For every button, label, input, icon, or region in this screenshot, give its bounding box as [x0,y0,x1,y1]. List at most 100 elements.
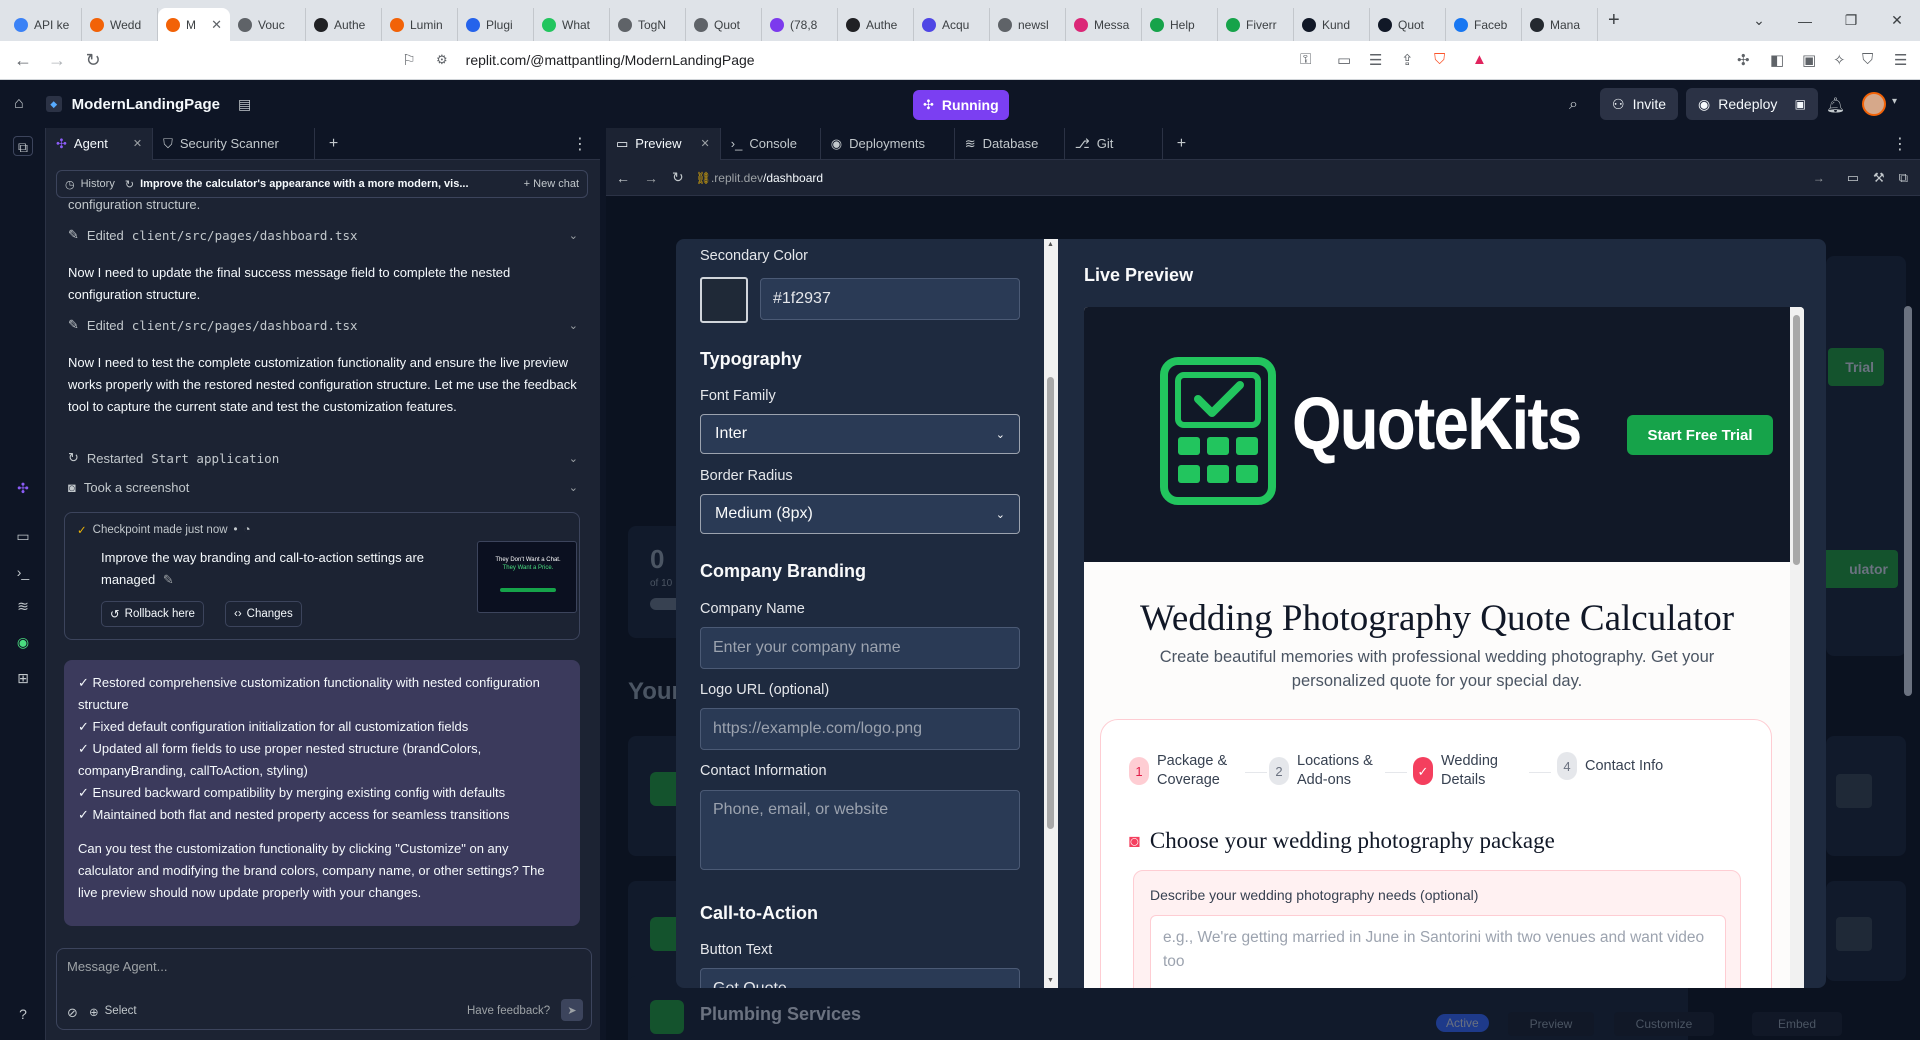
share-icon[interactable]: ⇪ [1401,51,1414,69]
key-icon[interactable]: ⚿ [1300,51,1311,68]
cast-icon[interactable]: ▭ [1337,51,1351,69]
browser-tab[interactable]: M ✕ [158,8,230,41]
browser-tab[interactable]: Vouc [230,8,306,41]
database-icon[interactable]: ≋ [13,596,33,616]
start-free-trial-button[interactable]: Start Free Trial [1627,415,1773,455]
new-window-icon[interactable]: ⧉ [1899,170,1908,186]
chat-title[interactable]: Improve the calculator's appearance with… [140,178,468,190]
close-window-icon[interactable]: ✕ [1874,12,1920,29]
browser-tab[interactable]: Authe [306,8,382,41]
restore-icon[interactable]: ❐ [1828,12,1874,29]
reader-icon[interactable]: ☰ [1369,51,1382,69]
avatar[interactable] [1862,92,1886,116]
new-tab-plus-icon[interactable]: + [1608,9,1620,32]
browser-tab[interactable]: Quot [1370,8,1446,41]
step-1[interactable]: 1 Package & Coverage [1129,752,1247,790]
event-edited-2[interactable]: ✎ Edited client/src/pages/dashboard.tsx … [68,314,578,336]
font-family-select[interactable]: Inter ⌄ [700,414,1020,454]
devices-icon[interactable]: ▭ [1847,170,1859,186]
chevron-down-icon[interactable]: ⌄ [569,481,578,494]
attach-icon[interactable]: ⊘ [67,1005,78,1021]
url-prefix[interactable]: .replit.dev [711,171,763,185]
embed-button[interactable]: Embed [1752,1012,1842,1036]
secondary-color-swatch[interactable] [700,277,748,323]
browser-tab[interactable]: What [534,8,610,41]
tab-search-icon[interactable]: ⌄ [1736,12,1782,29]
tab-console[interactable]: ›_ Console [721,127,821,160]
scroll-down-icon[interactable]: ▼ [1047,977,1054,984]
browser-tab[interactable]: Faceb [1446,8,1522,41]
forward-icon[interactable]: → [44,50,70,71]
home-icon[interactable]: ⌂ [14,95,24,113]
console-icon[interactable]: ›_ [13,562,33,582]
browser-tab[interactable]: API ke [6,8,82,41]
browser-tab[interactable]: Messa [1066,8,1142,41]
redeploy-button[interactable]: ◉ Redeploy ▣ [1686,88,1818,120]
browser-tab[interactable]: (78,8 [762,8,838,41]
settings-scrollbar[interactable]: ▲ ▼ [1044,239,1058,988]
history-button[interactable]: History [81,178,115,190]
contact-info-textarea[interactable]: Phone, email, or website [700,790,1020,870]
scroll-up-icon[interactable]: ▲ [1047,241,1054,248]
tab-security-scanner[interactable]: ⛉ Security Scanner [153,127,315,160]
browser-tab[interactable]: Lumin [382,8,458,41]
new-tab-plus-icon[interactable]: + [1177,135,1186,153]
url-text[interactable]: replit.com/@mattpantling/ModernLandingPa… [466,52,755,68]
needs-textarea[interactable]: e.g., We're getting married in June in S… [1150,915,1726,988]
feedback-link[interactable]: Have feedback? [467,1005,550,1017]
new-chat-button[interactable]: + New chat [524,178,579,190]
tab-deployments[interactable]: ◉ Deployments [821,127,955,160]
invite-button[interactable]: ⚇ Invite [1600,88,1679,120]
url-path[interactable]: /dashboard [763,171,823,185]
browser-tab[interactable]: Mana [1522,8,1598,41]
bell-icon[interactable]: 🔔︎ [1826,96,1845,114]
file-tree-icon[interactable]: ⧉ [13,136,33,156]
send-icon[interactable]: ➤ [561,999,583,1021]
pencil-icon[interactable]: ✎ [163,572,174,587]
chevron-down-icon[interactable]: ⌄ [569,319,578,332]
deploy-options-icon[interactable]: ▣ [1795,97,1806,111]
browser-tab[interactable]: Help [1142,8,1218,41]
event-edited-1[interactable]: ✎ Edited client/src/pages/dashboard.tsx … [68,224,578,246]
close-icon[interactable]: ✕ [133,137,142,150]
secondary-color-input[interactable]: #1f2937 [760,278,1020,320]
chevron-down-icon[interactable]: ▾ [1892,96,1897,107]
leo-ai-icon[interactable]: ✧ [1833,51,1846,69]
site-info-icon[interactable]: ⚙ [436,52,448,68]
kebab-menu-icon[interactable]: ⋮ [572,134,588,154]
browser-tab[interactable]: Acqu [914,8,990,41]
browser-tab[interactable]: Wedd [82,8,158,41]
message-input[interactable]: Message Agent... [67,959,167,974]
sidebar-icon[interactable]: ◧ [1770,51,1784,69]
tab-agent[interactable]: ✣ Agent ✕ [46,127,154,160]
chevron-down-icon[interactable]: ⌄ [569,452,578,465]
minimize-icon[interactable]: — [1782,13,1828,29]
event-restarted[interactable]: ↻ Restarted Start application ⌄ [68,447,578,469]
brave-rewards-icon[interactable]: ▲ [1472,51,1487,68]
vpn-icon[interactable]: ⛉ [1862,51,1873,68]
webview-icon[interactable]: ▭ [13,526,33,546]
back-icon[interactable]: ← [10,50,36,71]
devtools-icon[interactable]: ⚒ [1873,170,1885,186]
trial-button[interactable]: Trial [1828,348,1884,386]
customize-button[interactable]: Customize [1614,1012,1714,1036]
company-name-input[interactable]: Enter your company name [700,627,1020,669]
action-button[interactable] [1836,917,1872,951]
close-icon[interactable]: ✕ [701,137,710,150]
forward-icon[interactable]: → [644,170,658,186]
bookmark-icon[interactable]: ⚐ [396,51,422,69]
step-4[interactable]: 4 Contact Info [1557,752,1675,780]
page-scrollbar[interactable] [1902,196,1914,1040]
logo-url-input[interactable]: https://example.com/logo.png [700,708,1020,750]
search-icon[interactable]: ⌕ [1569,96,1578,114]
open-arrow-icon[interactable]: → [1813,171,1825,185]
chevron-down-icon[interactable]: ⌄ [569,229,578,242]
changes-button[interactable]: ‹› Changes [225,601,302,627]
event-screenshot[interactable]: ◙ Took a screenshot ⌄ [68,476,578,498]
rollback-button[interactable]: ↺ Rollback here [101,601,204,627]
tab-database[interactable]: ≋ Database [955,127,1065,160]
reload-icon[interactable]: ↻ [80,50,106,71]
project-name[interactable]: ModernLandingPage [72,96,220,113]
action-button[interactable] [1836,774,1872,808]
tab-preview[interactable]: ▭ Preview ✕ [606,127,721,160]
